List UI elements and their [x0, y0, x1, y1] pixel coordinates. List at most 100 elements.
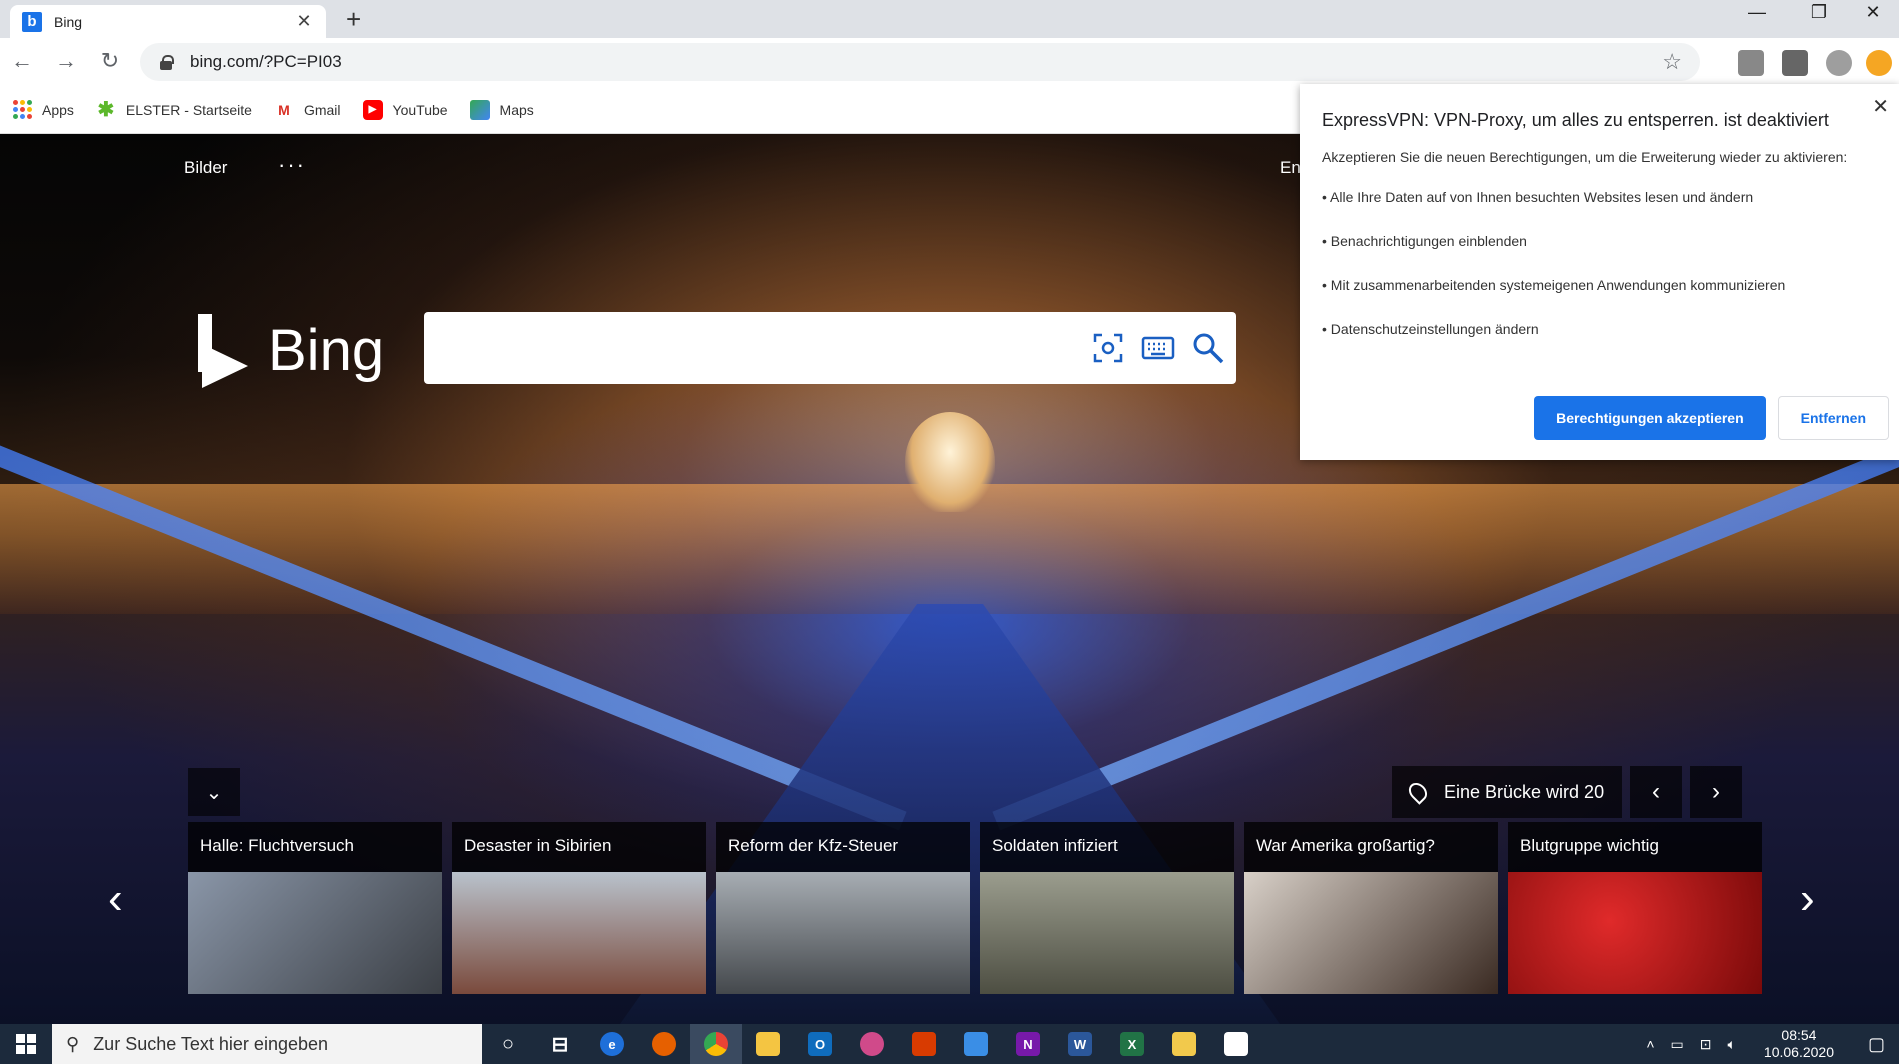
permission-item: • Mit zusammenarbeitenden systemeigenen … [1322, 277, 1786, 293]
puzzle-extensions-icon[interactable] [1782, 50, 1808, 76]
taskbar-app-edge[interactable]: e [586, 1024, 638, 1064]
bing-logo[interactable]: Bing [198, 314, 385, 388]
taskbar-app-firefox[interactable] [638, 1024, 690, 1064]
search-icon[interactable] [1188, 328, 1228, 368]
taskbar-app-task-view[interactable]: ⊟ [534, 1024, 586, 1064]
visual-search-icon[interactable] [1088, 328, 1128, 368]
popup-title: ExpressVPN: VPN-Proxy, um alles zu entsp… [1322, 110, 1829, 130]
bookmark-apps[interactable]: Apps [12, 100, 74, 120]
taskbar-app-onenote[interactable]: N [1002, 1024, 1054, 1064]
taskbar-app-outlook[interactable]: O [794, 1024, 846, 1064]
url-text[interactable]: bing.com/?PC=PI03 [190, 52, 342, 72]
tab-close-icon[interactable]: ✕ [294, 11, 314, 32]
news-card[interactable]: Reform der Kfz-Steuer [716, 822, 970, 994]
bookmark-star-icon[interactable]: ☆ [1662, 49, 1682, 75]
more-menu-icon[interactable]: ··· [278, 152, 306, 178]
chrome-icon [704, 1032, 728, 1056]
taskbar-search[interactable]: ⚲ Zur Suche Text hier eingeben [52, 1024, 482, 1064]
browser-toolbar: ← → ↻ bing.com/?PC=PI03 ☆ [0, 38, 1899, 86]
bookmark-youtube[interactable]: ▶ YouTube [362, 99, 448, 120]
maps-icon [469, 99, 490, 120]
news-thumbnail [716, 872, 970, 994]
search-input[interactable] [440, 326, 1060, 370]
lock-icon[interactable] [160, 55, 174, 70]
tab-bing[interactable]: b Bing ✕ [10, 5, 326, 38]
elster-star-icon: ✱ [97, 99, 115, 121]
header-link-partial[interactable]: En [1280, 158, 1301, 178]
taskbar-app-paint[interactable] [846, 1024, 898, 1064]
bookmark-maps[interactable]: Maps [469, 99, 534, 120]
volume-icon[interactable]: 🔈︎ [1728, 1036, 1736, 1053]
taskbar-app-explorer[interactable] [742, 1024, 794, 1064]
news-card[interactable]: Desaster in Sibirien [452, 822, 706, 994]
news-card[interactable]: War Amerika großartig? [1244, 822, 1498, 994]
bing-favicon-icon: b [22, 11, 42, 32]
forward-button[interactable]: → [52, 48, 80, 74]
bookmark-gmail[interactable]: M Gmail [274, 100, 340, 120]
popup-close-icon[interactable]: ✕ [1872, 94, 1889, 119]
task-view-icon: ⊟ [551, 1033, 569, 1056]
reload-button[interactable]: ↻ [96, 48, 124, 74]
image-info-button[interactable]: Eine Brücke wird 20 [1392, 766, 1622, 818]
taskbar-app-files[interactable] [1158, 1024, 1210, 1064]
search-box[interactable] [424, 312, 1236, 384]
clock[interactable]: 08:54 10.06.2020 [1764, 1027, 1834, 1061]
tray-chevron-icon[interactable]: ˄ [1646, 1036, 1654, 1052]
onenote-icon: N [1016, 1032, 1040, 1056]
news-card[interactable]: Halle: Fluchtversuch [188, 822, 442, 994]
restore-button[interactable]: ❐ [1796, 2, 1842, 23]
popup-actions: Berechtigungen akzeptieren Entfernen [1534, 396, 1889, 440]
battery-icon[interactable]: ▭ [1671, 1036, 1684, 1053]
new-tab-button[interactable]: + [346, 4, 361, 35]
taskbar-app-excel[interactable]: X [1106, 1024, 1158, 1064]
extension-disabled-popup: ✕ ExpressVPN: VPN-Proxy, um alles zu ent… [1300, 84, 1899, 460]
start-button[interactable] [0, 1024, 52, 1064]
news-title: Reform der Kfz-Steuer [728, 836, 899, 855]
accept-permissions-button[interactable]: Berechtigungen akzeptieren [1534, 396, 1766, 440]
taskbar-app-word[interactable]: W [1054, 1024, 1106, 1064]
profile-avatar-icon[interactable] [1826, 50, 1852, 76]
news-thumbnail [452, 872, 706, 994]
previous-image-button[interactable]: ‹ [1630, 766, 1682, 818]
bookmark-label: YouTube [392, 101, 448, 118]
window-close-button[interactable]: ✕ [1850, 2, 1896, 23]
bing-logo-icon [198, 314, 250, 388]
minimize-button[interactable]: — [1734, 2, 1780, 23]
extension-icon[interactable] [1738, 50, 1764, 76]
news-title: War Amerika großartig? [1256, 836, 1435, 855]
permission-item: • Datenschutzeinstellungen ändern [1322, 321, 1539, 337]
clock-date: 10.06.2020 [1763, 1044, 1834, 1060]
system-tray: ˄ ▭ ⊡ 🔈︎ 08:54 10.06.2020 ▢ [1638, 1024, 1899, 1064]
location-pin-icon [1405, 779, 1431, 805]
address-bar[interactable]: bing.com/?PC=PI03 ☆ [140, 43, 1700, 81]
taskbar-app-cortana[interactable]: ○ [482, 1024, 534, 1064]
store-icon [1224, 1032, 1248, 1056]
news-prev-chevron-icon[interactable]: ‹ [108, 874, 123, 924]
images-link[interactable]: Bilder [184, 158, 227, 178]
youtube-icon: ▶ [362, 99, 383, 120]
taskbar-app-photos[interactable] [950, 1024, 1002, 1064]
news-thumbnail [1244, 872, 1498, 994]
back-button[interactable]: ← [8, 48, 36, 74]
keyboard-icon[interactable] [1138, 328, 1178, 368]
taskbar-app-chrome[interactable] [690, 1024, 742, 1064]
taskbar-app-office[interactable] [898, 1024, 950, 1064]
paint-icon [860, 1032, 884, 1056]
bookmark-label: Maps [499, 101, 534, 118]
news-next-chevron-icon[interactable]: › [1800, 874, 1815, 924]
permission-item: • Benachrichtigungen einblenden [1322, 233, 1527, 249]
next-image-button[interactable]: › [1690, 766, 1742, 818]
remove-extension-button[interactable]: Entfernen [1777, 396, 1889, 440]
news-card[interactable]: Soldaten infiziert [980, 822, 1234, 994]
network-icon[interactable]: ⊡ [1700, 1036, 1712, 1053]
update-alert-icon[interactable] [1866, 50, 1892, 76]
news-card[interactable]: Blutgruppe wichtig [1508, 822, 1762, 994]
edge-icon: e [600, 1032, 624, 1056]
taskbar-app-store[interactable] [1210, 1024, 1262, 1064]
permission-item: • Alle Ihre Daten auf von Ihnen besuchte… [1322, 189, 1754, 205]
notifications-icon[interactable]: ▢ [1868, 1034, 1885, 1055]
bookmark-elster[interactable]: ✱ ELSTER - Startseite [96, 99, 252, 121]
taskbar-search-placeholder: Zur Suche Text hier eingeben [93, 1033, 329, 1054]
collapse-news-button[interactable]: ⌄ [188, 768, 240, 816]
bing-logo-text: Bing [268, 317, 385, 383]
